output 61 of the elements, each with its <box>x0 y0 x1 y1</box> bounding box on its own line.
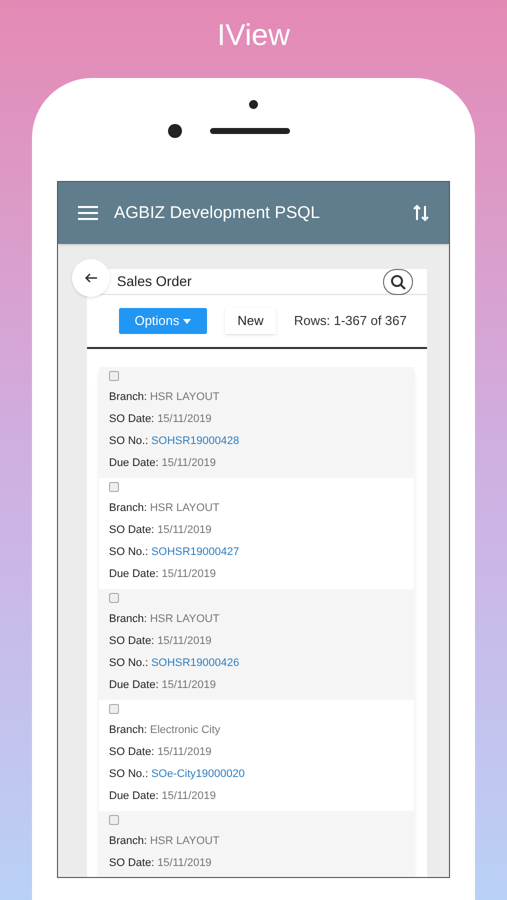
field-label: Branch: <box>109 391 147 403</box>
field-label: SO Date: <box>109 857 154 869</box>
field-label: Branch: <box>109 835 147 847</box>
field-label: SO No.: <box>109 435 148 447</box>
record-card[interactable]: Branch: HSR LAYOUT SO Date: 15/11/2019 SO No.: SOHSR19000428 Due Date: 15/11/2019 <box>99 367 414 478</box>
row-checkbox[interactable] <box>109 704 119 714</box>
field-label: Branch: <box>109 613 147 625</box>
order-number-link[interactable]: SOHSR19000428 <box>151 435 240 447</box>
record-card[interactable]: Branch: HSR LAYOUT SO Date: 15/11/2019 SO No.: SOHSR19000426 Due Date: 15/11/2019 <box>99 589 414 700</box>
order-number-link[interactable]: SOHSR19000426 <box>151 657 240 669</box>
app-title: AGBIZ Development PSQL <box>114 202 321 224</box>
field-value: 15/11/2019 <box>162 790 216 802</box>
row-checkbox[interactable] <box>109 593 119 603</box>
record-card[interactable]: Branch: Electronic City SO Date: 15/11/2019 SO No.: SOe-City19000020 Due Date: 15/11/2019 <box>99 700 414 811</box>
field-value: 15/11/2019 <box>162 679 216 691</box>
camera-icon <box>168 124 182 138</box>
new-button[interactable]: New <box>225 308 276 334</box>
field-label: Due Date: <box>109 790 159 802</box>
search-button[interactable] <box>383 268 413 294</box>
field-value: 15/11/2019 <box>157 746 212 758</box>
search-icon <box>390 274 406 290</box>
field-value: 15/11/2019 <box>162 568 216 580</box>
field-label: SO No.: <box>109 768 148 780</box>
field-value: HSR LAYOUT <box>150 835 220 847</box>
back-button[interactable] <box>72 259 110 297</box>
menu-icon[interactable] <box>78 206 98 220</box>
field-label: Due Date: <box>109 457 159 469</box>
sensor-icon <box>249 100 258 109</box>
field-value: 15/11/2019 <box>157 635 212 647</box>
field-label: SO No.: <box>109 657 148 669</box>
field-label: Due Date: <box>109 568 159 580</box>
record-card[interactable]: Branch: HSR LAYOUT SO Date: 15/11/2019 SO No.: SOHSR19000427 Due Date: 15/11/2019 <box>99 478 414 589</box>
banner-title: IView <box>217 18 290 54</box>
field-label: Branch: <box>109 724 147 736</box>
row-checkbox[interactable] <box>109 815 119 825</box>
field-label: SO Date: <box>109 635 154 647</box>
order-number-link[interactable]: SOHSR19000427 <box>151 546 240 558</box>
field-value: 15/11/2019 <box>157 857 212 869</box>
row-checkbox[interactable] <box>109 482 119 492</box>
speaker-icon <box>210 128 290 134</box>
field-label: Due Date: <box>109 679 159 691</box>
record-card[interactable]: Branch: HSR LAYOUT SO Date: 15/11/2019 <box>99 811 414 877</box>
caret-icon <box>183 318 192 324</box>
field-label: SO Date: <box>109 413 154 425</box>
field-label: SO Date: <box>109 524 154 536</box>
field-label: SO Date: <box>109 746 154 758</box>
field-value: 15/11/2019 <box>157 413 212 425</box>
field-label: SO No.: <box>109 546 148 558</box>
field-value: HSR LAYOUT <box>150 502 220 514</box>
field-value: 15/11/2019 <box>157 524 212 536</box>
row-checkbox[interactable] <box>109 371 119 381</box>
field-value: HSR LAYOUT <box>150 391 220 403</box>
field-value: 15/11/2019 <box>162 457 216 469</box>
field-value: Electronic City <box>150 724 220 736</box>
order-number-link[interactable]: SOe-City19000020 <box>151 768 245 780</box>
field-value: HSR LAYOUT <box>150 613 220 625</box>
sort-icon[interactable] <box>413 204 429 222</box>
field-label: Branch: <box>109 502 147 514</box>
rows-count: Rows: 1-367 of 367 <box>294 312 407 330</box>
page-title: Sales Order <box>117 272 193 291</box>
back-arrow-icon <box>85 273 97 283</box>
